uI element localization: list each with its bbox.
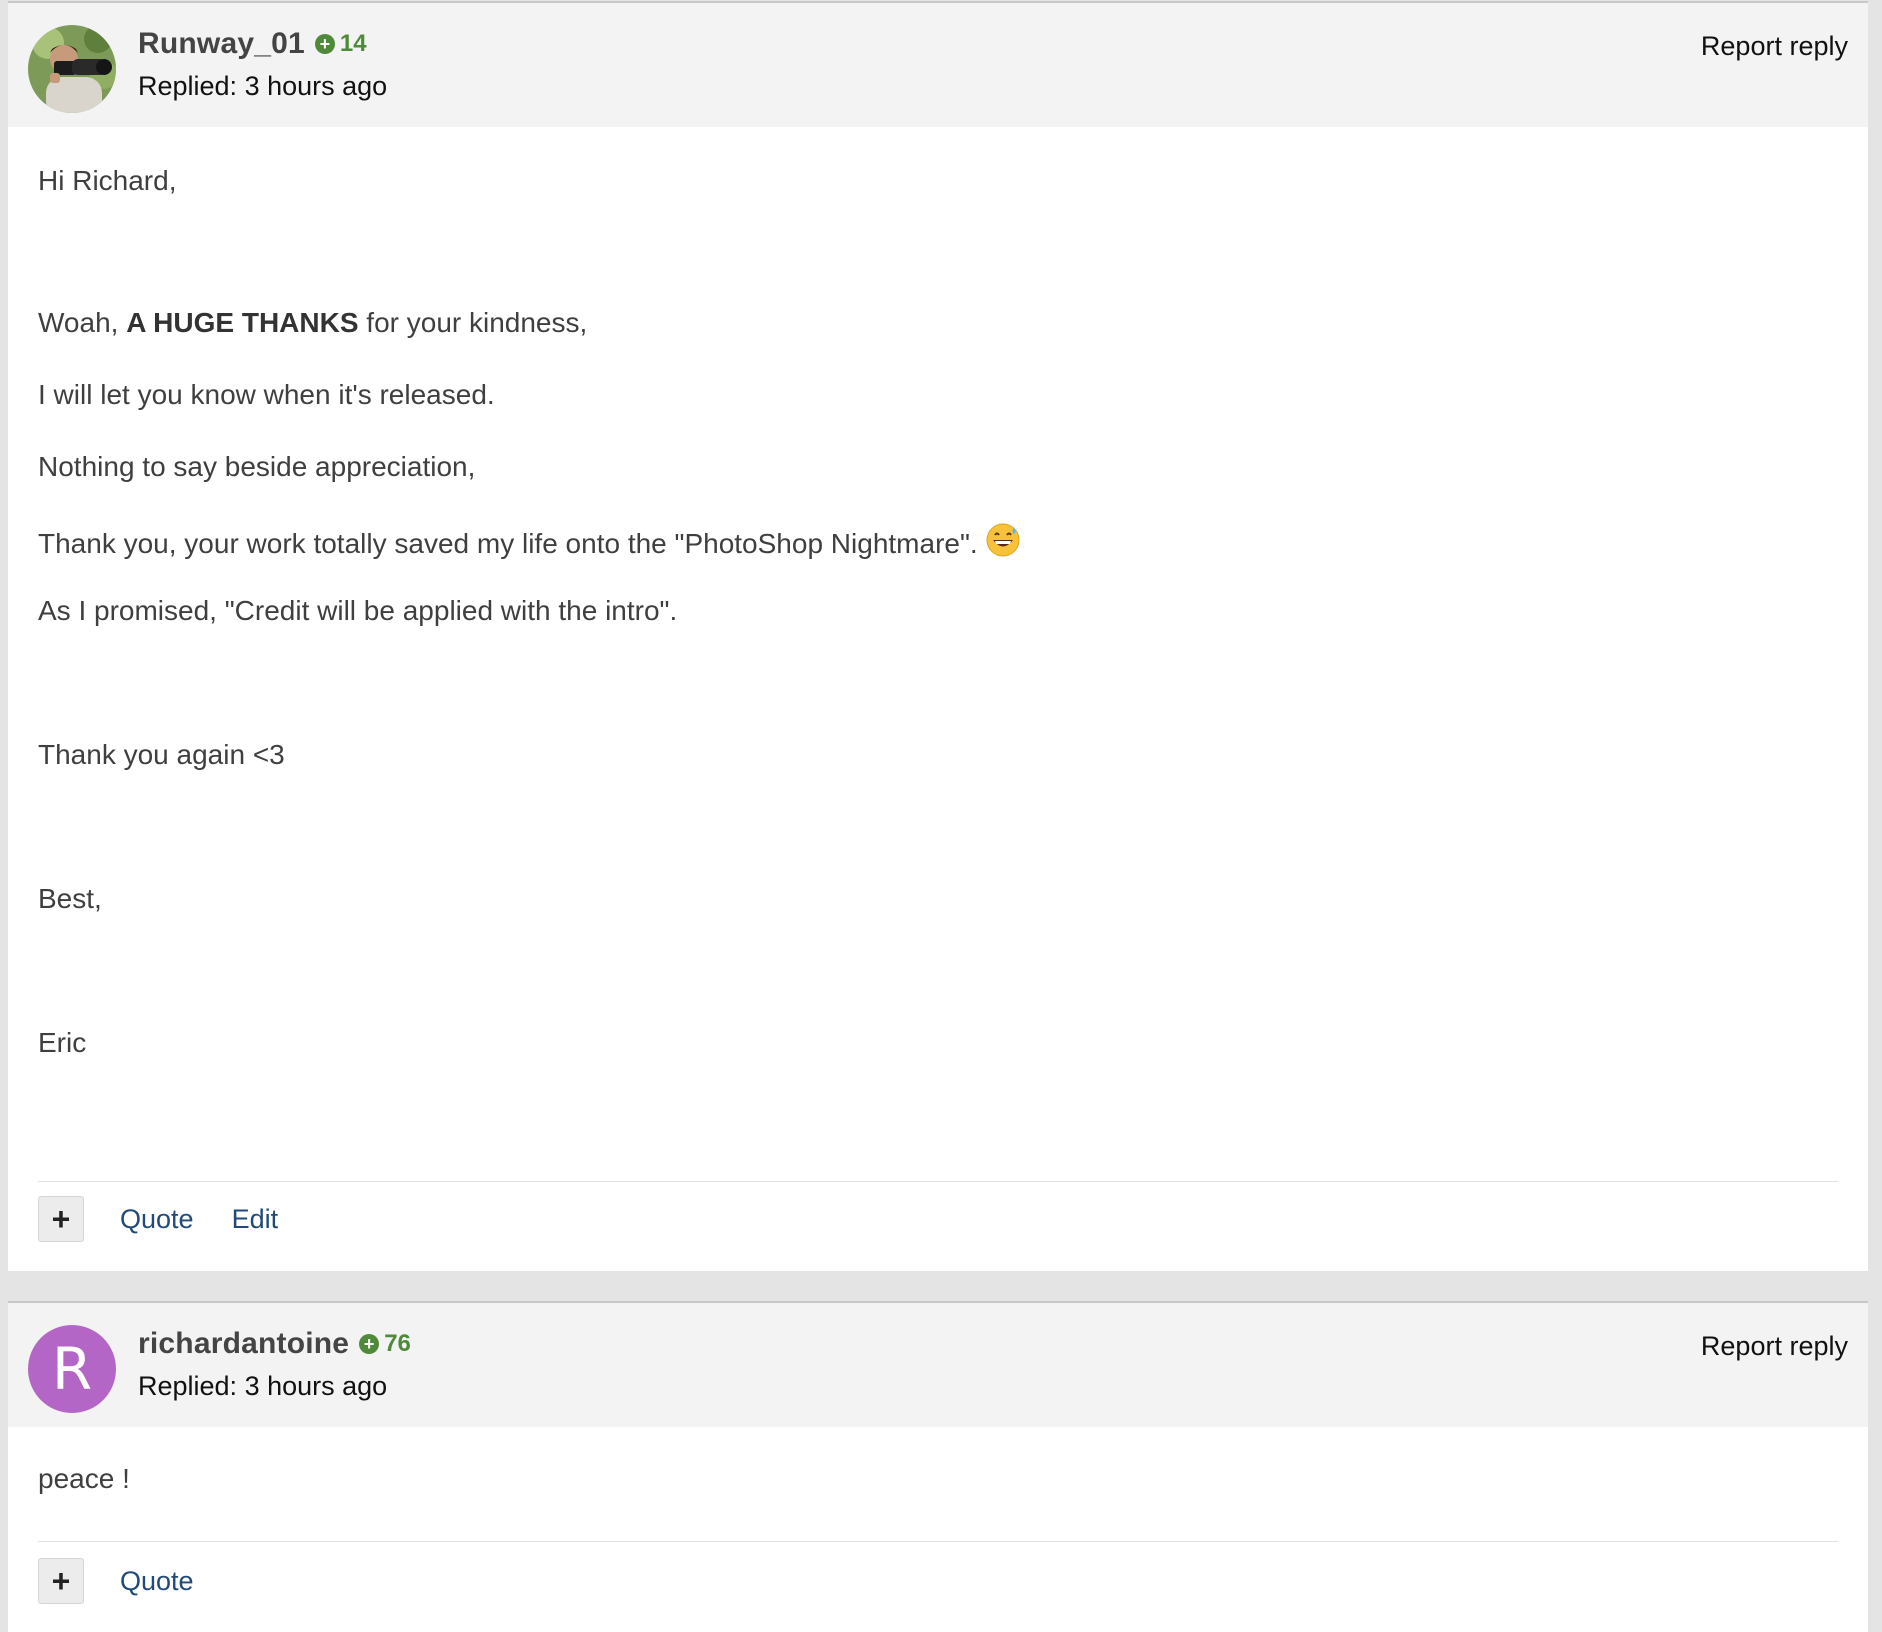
quote-link[interactable]: Quote [120,1566,194,1597]
username-row: Runway_01 + 14 [138,27,367,61]
body-line: Thank you again <3 [38,739,285,770]
body-line: I will let you know when it's released. [38,379,495,410]
body-line: Thank you, your work totally saved my li… [38,523,1020,564]
divider [38,1181,1838,1182]
username[interactable]: richardantoine [138,1327,349,1361]
username-row: richardantoine + 76 [138,1327,411,1361]
avatar[interactable] [28,25,116,113]
photographer-avatar-image [28,25,116,113]
post-header: Runway_01 + 14 Replied: 3 hours ago Repo… [8,3,1868,127]
avatar[interactable]: R [28,1325,116,1413]
quote-link[interactable]: Quote [120,1204,194,1235]
plus-circle-icon: + [359,1334,380,1354]
post-actions: + Quote [38,1558,194,1604]
plus-button[interactable]: + [38,1196,84,1242]
body-line: As I promised, "Credit will be applied w… [38,595,678,626]
reply-post: Runway_01 + 14 Replied: 3 hours ago Repo… [8,1,1868,1271]
reply-post: R richardantoine + 76 Replied: 3 hours a… [8,1301,1868,1632]
report-reply-link[interactable]: Report reply [1701,1331,1848,1362]
grinning-sweat-emoji-icon [986,523,1020,564]
reply-timestamp: Replied: 3 hours ago [138,71,388,101]
body-line: Hi Richard, [38,165,177,196]
post-header: R richardantoine + 76 Replied: 3 hours a… [8,1303,1868,1427]
plus-circle-icon: + [314,34,335,54]
reply-timestamp: Replied: 3 hours ago [138,1371,388,1401]
body-line: Best, [38,883,102,914]
body-line: Nothing to say beside appreciation, [38,451,476,482]
report-reply-link[interactable]: Report reply [1701,31,1848,62]
divider [38,1541,1838,1542]
body-line: Eric [38,1027,87,1058]
reputation-count: 76 [384,1330,411,1357]
username[interactable]: Runway_01 [138,27,305,61]
body-line: peace ! [38,1463,130,1494]
plus-button[interactable]: + [38,1558,84,1604]
body-line: Woah, A HUGE THANKS for your kindness, [38,307,588,338]
edit-link[interactable]: Edit [232,1204,279,1235]
post-actions: + Quote Edit [38,1196,278,1242]
reputation-count: 14 [339,30,367,57]
